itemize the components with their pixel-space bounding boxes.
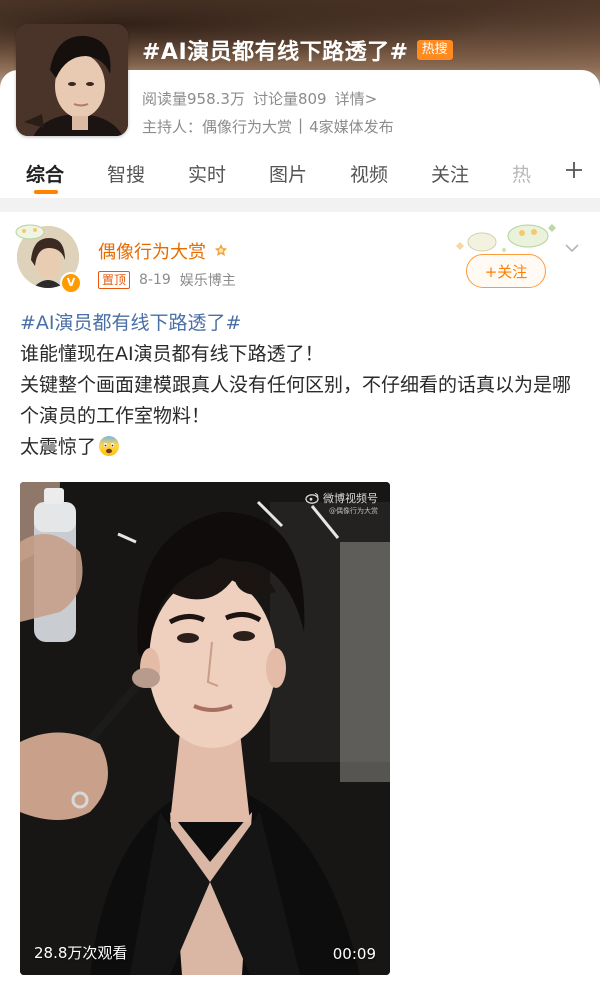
tab-label: 图片 (269, 163, 308, 186)
author-name-row: 偶像行为大赏 (98, 238, 230, 264)
tab-smart-search[interactable]: 智搜 (107, 160, 188, 187)
active-tab-indicator (34, 189, 58, 194)
follow-button-label: +关注 (484, 262, 528, 281)
post-card: V 偶像行为大赏 置顶 8-19 娱乐博主 +关注 #AI演员都有线下路透了# … (0, 212, 600, 989)
video-player[interactable]: 微博视频号 @偶像行为大赏 28.8万次观看 00:09 (20, 482, 390, 975)
weibo-video-logo-icon (305, 492, 319, 504)
search-tabs: 综合 智搜 实时 图片 视频 关注 热 (0, 148, 600, 198)
tab-following[interactable]: 关注 (431, 160, 512, 187)
fan-badge-icon (215, 244, 227, 256)
post-date: 8-19 (139, 272, 171, 288)
post-line: 谁能懂现在AI演员都有线下路透了！ (20, 343, 324, 365)
verified-badge-icon: V (60, 272, 82, 294)
tab-label: 关注 (431, 163, 470, 186)
tab-label: 实时 (188, 163, 227, 186)
discussion-count: 讨论量809 (252, 90, 327, 108)
pinned-tag: 置顶 (98, 271, 131, 289)
plus-icon[interactable] (564, 158, 584, 186)
topic-stats: 阅读量958.3万 讨论量809 详情> (142, 88, 377, 109)
host-separator: | (298, 116, 304, 134)
topic-thumbnail[interactable] (16, 24, 128, 136)
section-divider (0, 198, 600, 212)
tab-comprehensive[interactable]: 综合 (26, 160, 107, 194)
tab-images[interactable]: 图片 (269, 160, 350, 187)
tab-label: 热 (512, 163, 532, 186)
video-thumbnail (20, 482, 390, 975)
host-label[interactable]: 主持人：偶像行为大赏 (142, 116, 292, 137)
video-duration: 00:09 (332, 945, 376, 963)
tab-label: 智搜 (107, 163, 146, 186)
topic-title-row: #AI演员都有线下路透了# 热搜 (142, 34, 453, 66)
post-line-last: 太震惊了 (20, 432, 586, 463)
avatar-frame-decoration (15, 224, 45, 240)
topic-header: #AI演员都有线下路透了# 热搜 阅读量958.3万 讨论量809 详情> 主持… (0, 0, 600, 148)
watermark-subtext: @偶像行为大赏 (329, 507, 378, 515)
author-meta: 置顶 8-19 娱乐博主 (98, 270, 236, 290)
page: #AI演员都有线下路透了# 热搜 阅读量958.3万 讨论量809 详情> 主持… (0, 0, 600, 989)
post-body: #AI演员都有线下路透了# 谁能懂现在AI演员都有线下路透了！ 关键整个画面建模… (20, 308, 586, 463)
author-name[interactable]: 偶像行为大赏 (98, 238, 206, 264)
plus-icon-glyph (566, 162, 582, 178)
topic-host: 主持人：偶像行为大赏 | 4家媒体发布 (142, 116, 394, 137)
fearful-face-emoji-icon (99, 436, 120, 456)
watermark-text: 微博视频号 (323, 492, 378, 505)
chevron-down-icon[interactable] (564, 240, 580, 256)
post-line: 关键整个画面建模跟真人没有任何区别，不仔细看的话真以为是哪个演员的工作室物料！ (20, 374, 572, 427)
read-count: 阅读量958.3万 (142, 90, 245, 108)
tab-label: 综合 (26, 163, 65, 186)
post-line-text: 太震惊了 (20, 436, 97, 458)
tab-realtime[interactable]: 实时 (188, 160, 269, 187)
video-play-count: 28.8万次观看 (34, 944, 128, 962)
topic-thumbnail-image (16, 24, 128, 136)
hot-badge: 热搜 (416, 40, 453, 60)
details-link[interactable]: 详情> (335, 88, 378, 109)
video-watermark: 微博视频号 @偶像行为大赏 (305, 490, 378, 515)
author-role: 娱乐博主 (179, 273, 236, 289)
media-count[interactable]: 4家媒体发布 (309, 116, 394, 137)
tab-label: 视频 (350, 163, 389, 186)
post-hashtag[interactable]: #AI演员都有线下路透了# (20, 308, 586, 339)
follow-button[interactable]: +关注 (466, 254, 546, 288)
topic-title[interactable]: #AI演员都有线下路透了# (142, 34, 409, 66)
tab-videos[interactable]: 视频 (350, 160, 431, 187)
tab-hot[interactable]: 热 (512, 160, 554, 187)
